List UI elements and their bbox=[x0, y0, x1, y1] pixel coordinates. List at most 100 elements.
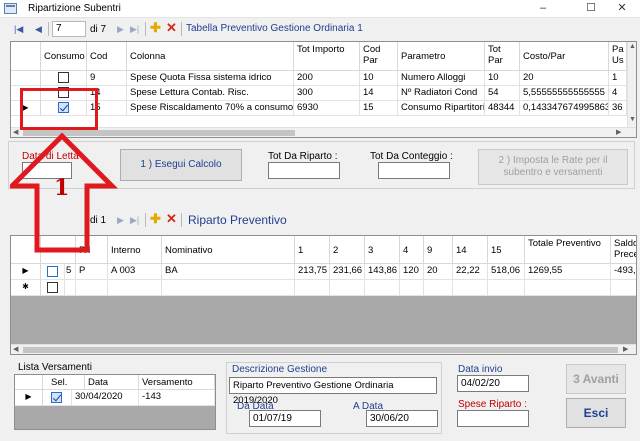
table-cell[interactable]: A 003 bbox=[108, 264, 162, 280]
table-cell[interactable]: 120 bbox=[400, 264, 424, 280]
scroll-thumb[interactable] bbox=[23, 347, 618, 353]
record-position-field[interactable]: 7 bbox=[52, 21, 86, 37]
esci-button[interactable]: Esci bbox=[566, 398, 626, 428]
sel-checkbox[interactable] bbox=[47, 282, 58, 293]
table-cell[interactable]: 1 bbox=[609, 71, 627, 86]
table-cell[interactable]: 5 bbox=[65, 264, 76, 280]
delete-record-icon[interactable]: ✕ bbox=[166, 20, 177, 36]
col-header[interactable]: Tot Par bbox=[485, 42, 520, 71]
table-cell[interactable]: 0,143347674995863 bbox=[520, 101, 609, 116]
top-grid-title: Tabella Preventivo Gestione Ordinaria 1 bbox=[186, 23, 363, 34]
col-header[interactable]: Data bbox=[85, 375, 139, 390]
table-cell[interactable]: Spese Lettura Contab. Risc. bbox=[127, 86, 294, 101]
versamento-sel-checkbox[interactable] bbox=[51, 392, 62, 403]
spese-riparto-field[interactable] bbox=[457, 410, 529, 427]
col-header[interactable]: Sel. bbox=[43, 375, 85, 390]
col-header[interactable]: Tot Importo bbox=[294, 42, 360, 71]
window-title: Ripartizione Subentri bbox=[28, 3, 121, 14]
close-button[interactable]: ✕ bbox=[607, 0, 637, 18]
col-header[interactable]: Saldo Prece bbox=[611, 236, 636, 264]
table-cell[interactable]: Spese Quota Fissa sistema idrico bbox=[127, 71, 294, 86]
table-cell[interactable]: Spese Riscaldamento 70% a consumo bbox=[127, 101, 294, 116]
a-data-field[interactable]: 30/06/20 bbox=[366, 410, 438, 427]
next-record-icon[interactable]: ▶ bbox=[117, 24, 124, 35]
table-cell[interactable]: 20 bbox=[424, 264, 453, 280]
col-header[interactable]: 2 bbox=[330, 236, 365, 264]
delete-record-icon[interactable]: ✕ bbox=[166, 211, 177, 227]
table-cell[interactable]: Nº Radiatori Cond bbox=[398, 86, 485, 101]
new-row-header[interactable]: ✱ bbox=[11, 280, 41, 296]
first-record-icon[interactable]: |◀ bbox=[14, 24, 23, 35]
table-cell[interactable]: P bbox=[76, 264, 108, 280]
table-cell[interactable]: 22,22 bbox=[453, 264, 488, 280]
table-cell[interactable]: 15 bbox=[360, 101, 398, 116]
table-cell[interactable]: 1269,55 bbox=[525, 264, 611, 280]
annotation-highlight-box bbox=[20, 88, 98, 130]
col-header[interactable]: Parametro bbox=[398, 42, 485, 71]
row-header[interactable]: ▶ bbox=[11, 264, 41, 280]
consumo-checkbox[interactable] bbox=[58, 72, 69, 83]
prev-record-icon[interactable]: ◀ bbox=[35, 24, 42, 35]
table-cell[interactable]: 213,75 bbox=[295, 264, 330, 280]
table-cell[interactable]: 6930 bbox=[294, 101, 360, 116]
maximize-button[interactable]: ☐ bbox=[576, 0, 606, 18]
table-cell[interactable]: 4 bbox=[609, 86, 627, 101]
col-header[interactable]: Nominativo bbox=[162, 236, 295, 264]
table-cell[interactable]: 5,55555555555555 bbox=[520, 86, 609, 101]
table-cell[interactable]: 48344 bbox=[485, 101, 520, 116]
col-header[interactable]: Cod bbox=[87, 42, 127, 71]
minimize-button[interactable]: – bbox=[528, 0, 558, 18]
table-cell[interactable]: 30/04/2020 bbox=[72, 390, 139, 406]
table-cell[interactable]: 518,06 bbox=[488, 264, 525, 280]
row-header[interactable] bbox=[11, 71, 41, 86]
col-header[interactable]: 14 bbox=[453, 236, 488, 264]
col-header[interactable]: 3 bbox=[365, 236, 400, 264]
table-cell[interactable]: 54 bbox=[485, 86, 520, 101]
tot-conteggio-field[interactable] bbox=[378, 162, 450, 179]
table-cell[interactable]: 300 bbox=[294, 86, 360, 101]
table-cell[interactable]: 9 bbox=[87, 71, 127, 86]
table-cell[interactable]: 36 bbox=[609, 101, 627, 116]
add-record-icon[interactable]: ✚ bbox=[150, 211, 161, 227]
table-cell[interactable]: 231,66 bbox=[330, 264, 365, 280]
data-invio-field[interactable]: 04/02/20 bbox=[457, 375, 529, 392]
tot-riparto-field[interactable] bbox=[268, 162, 340, 179]
table-cell[interactable]: 20 bbox=[520, 71, 609, 86]
table-cell[interactable]: 10 bbox=[485, 71, 520, 86]
table-cell[interactable]: -143 bbox=[139, 390, 215, 406]
col-header[interactable]: 4 bbox=[400, 236, 424, 264]
table-cell[interactable]: 200 bbox=[294, 71, 360, 86]
sel-checkbox[interactable] bbox=[47, 266, 58, 277]
table-cell[interactable]: 143,86 bbox=[365, 264, 400, 280]
table-cell[interactable]: 14 bbox=[360, 86, 398, 101]
col-header[interactable]: Pa Us bbox=[609, 42, 627, 71]
versamenti-grid: Sel. Data Versamento ▶ 30/04/2020 -143 bbox=[14, 374, 216, 430]
add-record-icon[interactable]: ✚ bbox=[150, 20, 161, 36]
row-header[interactable]: ▶ bbox=[15, 390, 43, 406]
col-header[interactable]: Totale Preventivo bbox=[525, 236, 611, 264]
bottom-grid-title: Riparto Preventivo bbox=[188, 213, 287, 227]
col-header[interactable]: 1 bbox=[295, 236, 330, 264]
last-record-icon[interactable]: ▶| bbox=[130, 215, 139, 226]
table-cell[interactable]: Numero Alloggi bbox=[398, 71, 485, 86]
da-data-field[interactable]: 01/07/19 bbox=[249, 410, 321, 427]
avanti-button[interactable]: 3 Avanti bbox=[566, 364, 626, 394]
col-header[interactable]: 15 bbox=[488, 236, 525, 264]
table-cell[interactable]: 10 bbox=[360, 71, 398, 86]
descrizione-field[interactable]: Riparto Preventivo Gestione Ordinaria 20… bbox=[229, 377, 437, 406]
col-header[interactable]: Colonna bbox=[127, 42, 294, 71]
horizontal-scrollbar[interactable]: ◀ ▶ bbox=[11, 344, 636, 354]
imposta-rate-button[interactable]: 2 ) Imposta le Rate per il subentro e ve… bbox=[478, 149, 628, 185]
esegui-calcolo-button[interactable]: 1 ) Esegui Calcolo bbox=[120, 149, 242, 181]
col-header[interactable]: Cod Par bbox=[360, 42, 398, 71]
table-cell[interactable]: -493,5 bbox=[611, 264, 636, 280]
versamenti-title: Lista Versamenti bbox=[18, 362, 92, 373]
col-header[interactable]: 9 bbox=[424, 236, 453, 264]
table-cell[interactable]: BA bbox=[162, 264, 295, 280]
col-header[interactable]: Costo/Par bbox=[520, 42, 609, 71]
col-header[interactable]: Consumo bbox=[41, 42, 87, 71]
vertical-scrollbar[interactable]: ▲ ▼ bbox=[627, 42, 636, 127]
col-header[interactable]: Versamento bbox=[139, 375, 215, 390]
table-cell[interactable]: Consumo Ripartitori bbox=[398, 101, 485, 116]
last-record-icon[interactable]: ▶| bbox=[130, 24, 139, 35]
